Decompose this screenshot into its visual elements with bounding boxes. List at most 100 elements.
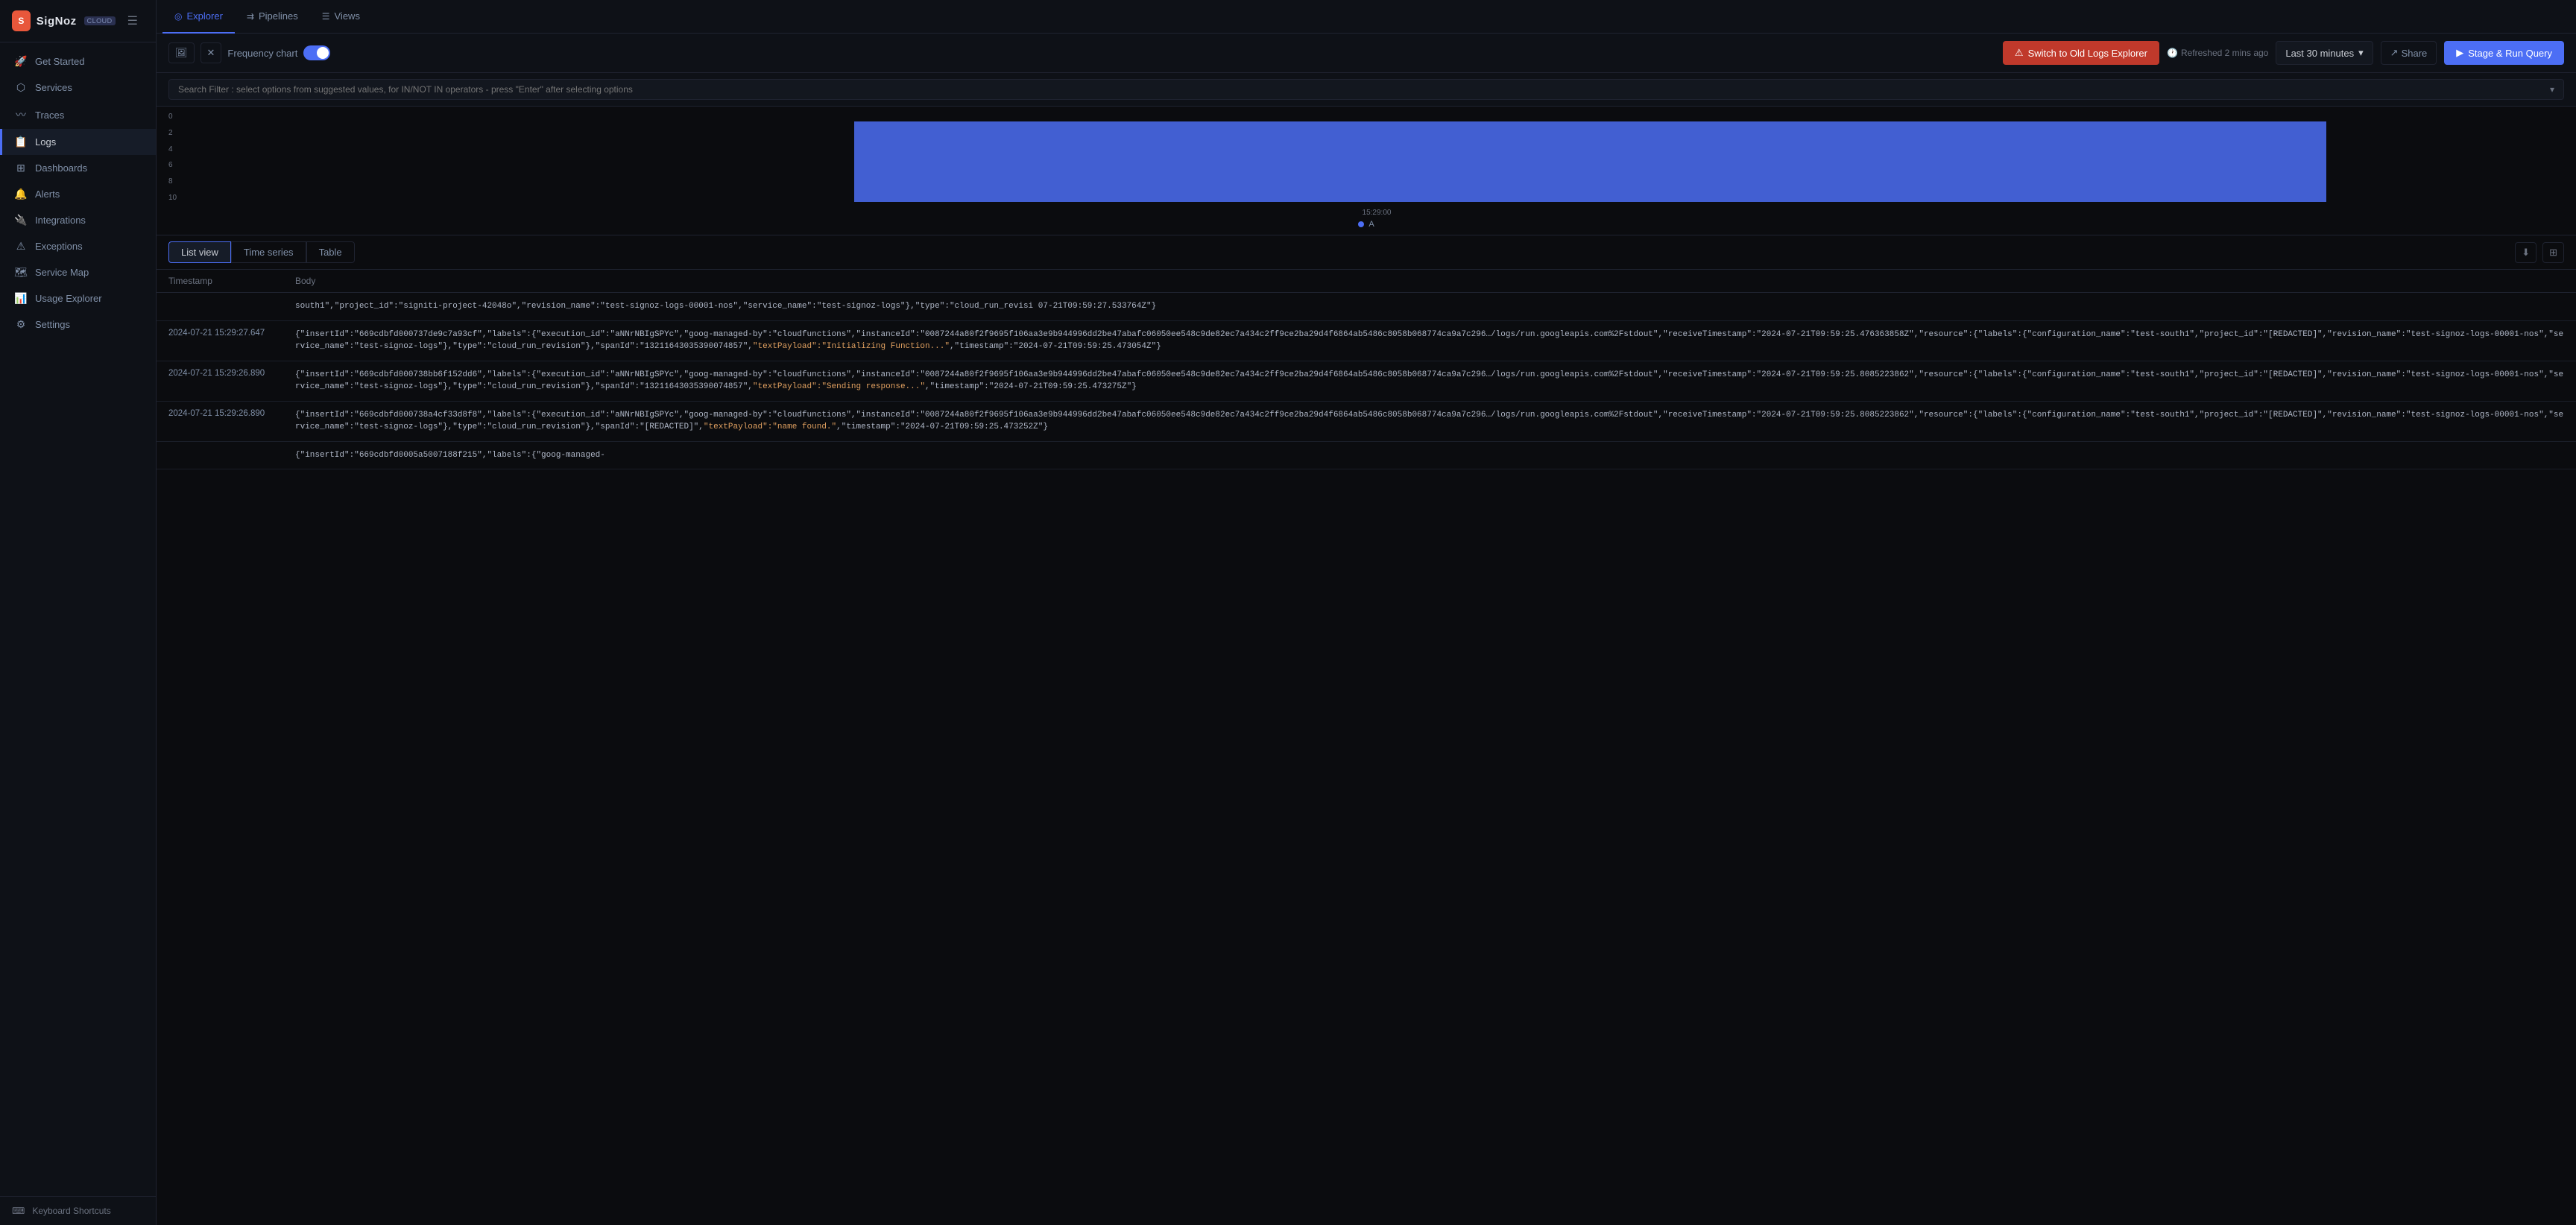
- sidebar-collapse-button[interactable]: ☰: [121, 13, 144, 28]
- logo-icon: S: [12, 10, 31, 31]
- sidebar-item-label: Dashboards: [35, 162, 87, 174]
- sidebar-item-traces[interactable]: 〰 Traces: [0, 101, 156, 129]
- sidebar-item-exceptions[interactable]: ⚠ Exceptions: [0, 233, 156, 259]
- chevron-down-icon: ▾: [2358, 47, 2364, 59]
- body-header: Body: [283, 270, 2576, 293]
- refreshed-status: 🕐 Refreshed 2 mins ago: [2167, 48, 2268, 58]
- table-row[interactable]: {"insertId":"669cdbfd0005a5007188f215","…: [157, 441, 2576, 469]
- search-input[interactable]: [178, 84, 2544, 95]
- y-label-6: 6: [168, 161, 183, 169]
- share-icon: ↗: [2390, 47, 2399, 59]
- timestamp-cell: 2024-07-21 15:29:26.890: [157, 401, 283, 441]
- tab-explorer[interactable]: ◎ Explorer: [162, 0, 235, 34]
- top-tabs: ◎ Explorer ⇉ Pipelines ☰ Views: [157, 0, 2576, 34]
- sidebar-item-label: Services: [35, 82, 72, 93]
- usage-explorer-icon: 📊: [14, 292, 28, 305]
- columns-button[interactable]: ⊞: [2542, 242, 2564, 263]
- clock-icon: 🕐: [2167, 48, 2178, 58]
- services-icon: ⬡: [14, 81, 28, 94]
- view-toggle-button[interactable]: 🖼: [168, 42, 195, 63]
- keyboard-icon: ⌨: [12, 1206, 25, 1216]
- table-row[interactable]: 2024-07-21 15:29:27.647{"insertId":"669c…: [157, 320, 2576, 361]
- body-cell: {"insertId":"669cdbfd0005a5007188f215","…: [283, 441, 2576, 469]
- rocket-icon: 🚀: [14, 55, 28, 68]
- tab-views[interactable]: ☰ Views: [310, 0, 372, 34]
- body-cell: {"insertId":"669cdbfd000738bb6f152dd6","…: [283, 361, 2576, 401]
- y-label-2: 2: [168, 129, 183, 137]
- dashboards-icon: ⊞: [14, 162, 28, 174]
- chart-y-axis: 10 8 6 4 2 0: [168, 113, 189, 202]
- sidebar-item-integrations[interactable]: 🔌 Integrations: [0, 207, 156, 233]
- sidebar-item-alerts[interactable]: 🔔 Alerts: [0, 181, 156, 207]
- chart-bar: [854, 121, 2326, 202]
- integrations-icon: 🔌: [14, 214, 28, 227]
- log-table-area: Timestamp Body south1","project_id":"sig…: [157, 270, 2576, 1225]
- keyboard-shortcuts-label: Keyboard Shortcuts: [32, 1206, 110, 1216]
- chart-bar-area: [189, 113, 2564, 202]
- download-button[interactable]: ⬇: [2515, 242, 2536, 263]
- table-row[interactable]: south1","project_id":"signiti-project-42…: [157, 293, 2576, 321]
- time-range-button[interactable]: Last 30 minutes ▾: [2276, 41, 2373, 65]
- timestamp-cell: 2024-07-21 15:29:27.647: [157, 320, 283, 361]
- table-label: Table: [319, 247, 342, 258]
- tab-table[interactable]: Table: [306, 241, 355, 263]
- alerts-icon: 🔔: [14, 188, 28, 200]
- share-button[interactable]: ↗ Share: [2381, 41, 2437, 65]
- search-expand-icon[interactable]: ▾: [2550, 84, 2554, 95]
- log-table-body: south1","project_id":"signiti-project-42…: [157, 293, 2576, 469]
- sidebar-item-label: Usage Explorer: [35, 293, 102, 304]
- sidebar-item-get-started[interactable]: 🚀 Get Started: [0, 48, 156, 75]
- logs-icon: 📋: [14, 136, 28, 148]
- body-cell: south1","project_id":"signiti-project-42…: [283, 293, 2576, 321]
- sidebar-item-service-map[interactable]: 🗺 Service Map: [0, 259, 156, 285]
- sidebar-item-label: Exceptions: [35, 241, 83, 252]
- sidebar-item-services[interactable]: ⬡ Services: [0, 75, 156, 101]
- body-cell: {"insertId":"669cdbfd000738a4cf33d8f8","…: [283, 401, 2576, 441]
- chart-canvas: 15:29:00: [189, 113, 2564, 217]
- y-label-4: 4: [168, 145, 183, 153]
- time-series-label: Time series: [244, 247, 294, 258]
- search-input-wrapper: ▾: [168, 79, 2564, 100]
- table-row[interactable]: 2024-07-21 15:29:26.890{"insertId":"669c…: [157, 361, 2576, 401]
- timestamp-cell: 2024-07-21 15:29:26.890: [157, 361, 283, 401]
- sidebar-item-label: Service Map: [35, 267, 89, 278]
- logo-text: SigNoz: [37, 15, 77, 28]
- close-panel-button[interactable]: ✕: [201, 42, 222, 63]
- table-header: Timestamp Body: [157, 270, 2576, 293]
- sidebar-item-label: Get Started: [35, 56, 84, 67]
- main-content: ◎ Explorer ⇉ Pipelines ☰ Views 🖼 ✕ Frequ…: [157, 0, 2576, 1225]
- sidebar-item-settings[interactable]: ⚙ Settings: [0, 311, 156, 338]
- search-bar: ▾: [157, 73, 2576, 107]
- table-row[interactable]: 2024-07-21 15:29:26.890{"insertId":"669c…: [157, 401, 2576, 441]
- tab-time-series[interactable]: Time series: [231, 241, 306, 263]
- list-actions: ⬇ ⊞: [2515, 242, 2564, 263]
- toolbar: 🖼 ✕ Frequency chart ⚠ Switch to Old Logs…: [157, 34, 2576, 73]
- sidebar-item-logs[interactable]: 📋 Logs: [0, 129, 156, 155]
- play-icon: ▶: [2456, 47, 2463, 59]
- sidebar-item-label: Traces: [35, 110, 64, 121]
- y-label-8: 8: [168, 177, 183, 186]
- chart-container: 10 8 6 4 2 0 15:29:00: [168, 113, 2564, 217]
- tab-list-view[interactable]: List view: [168, 241, 231, 263]
- body-cell: {"insertId":"669cdbfd000737de9c7a93cf","…: [283, 320, 2576, 361]
- legend-dot: [1358, 221, 1364, 227]
- sidebar-item-label: Logs: [35, 136, 56, 148]
- keyboard-shortcuts-button[interactable]: ⌨ Keyboard Shortcuts: [0, 1196, 156, 1225]
- tab-pipelines[interactable]: ⇉ Pipelines: [235, 0, 310, 34]
- toolbar-left: 🖼 ✕ Frequency chart: [168, 42, 330, 63]
- refreshed-text-label: Refreshed 2 mins ago: [2181, 48, 2268, 58]
- tab-views-label: Views: [335, 10, 360, 22]
- sidebar-item-usage-explorer[interactable]: 📊 Usage Explorer: [0, 285, 156, 311]
- switch-old-logs-button[interactable]: ⚠ Switch to Old Logs Explorer: [2003, 41, 2159, 65]
- tab-pipelines-label: Pipelines: [259, 10, 298, 22]
- exceptions-icon: ⚠: [14, 240, 28, 253]
- share-label: Share: [2402, 48, 2428, 59]
- sidebar-item-dashboards[interactable]: ⊞ Dashboards: [0, 155, 156, 181]
- traces-icon: 〰: [14, 107, 28, 122]
- frequency-chart-toggle[interactable]: [303, 45, 330, 60]
- switch-old-logs-label: Switch to Old Logs Explorer: [2028, 48, 2147, 59]
- sidebar-item-label: Alerts: [35, 189, 60, 200]
- settings-icon: ⚙: [14, 318, 28, 331]
- y-label-0: 0: [168, 113, 183, 121]
- stage-run-query-button[interactable]: ▶ Stage & Run Query: [2444, 41, 2564, 65]
